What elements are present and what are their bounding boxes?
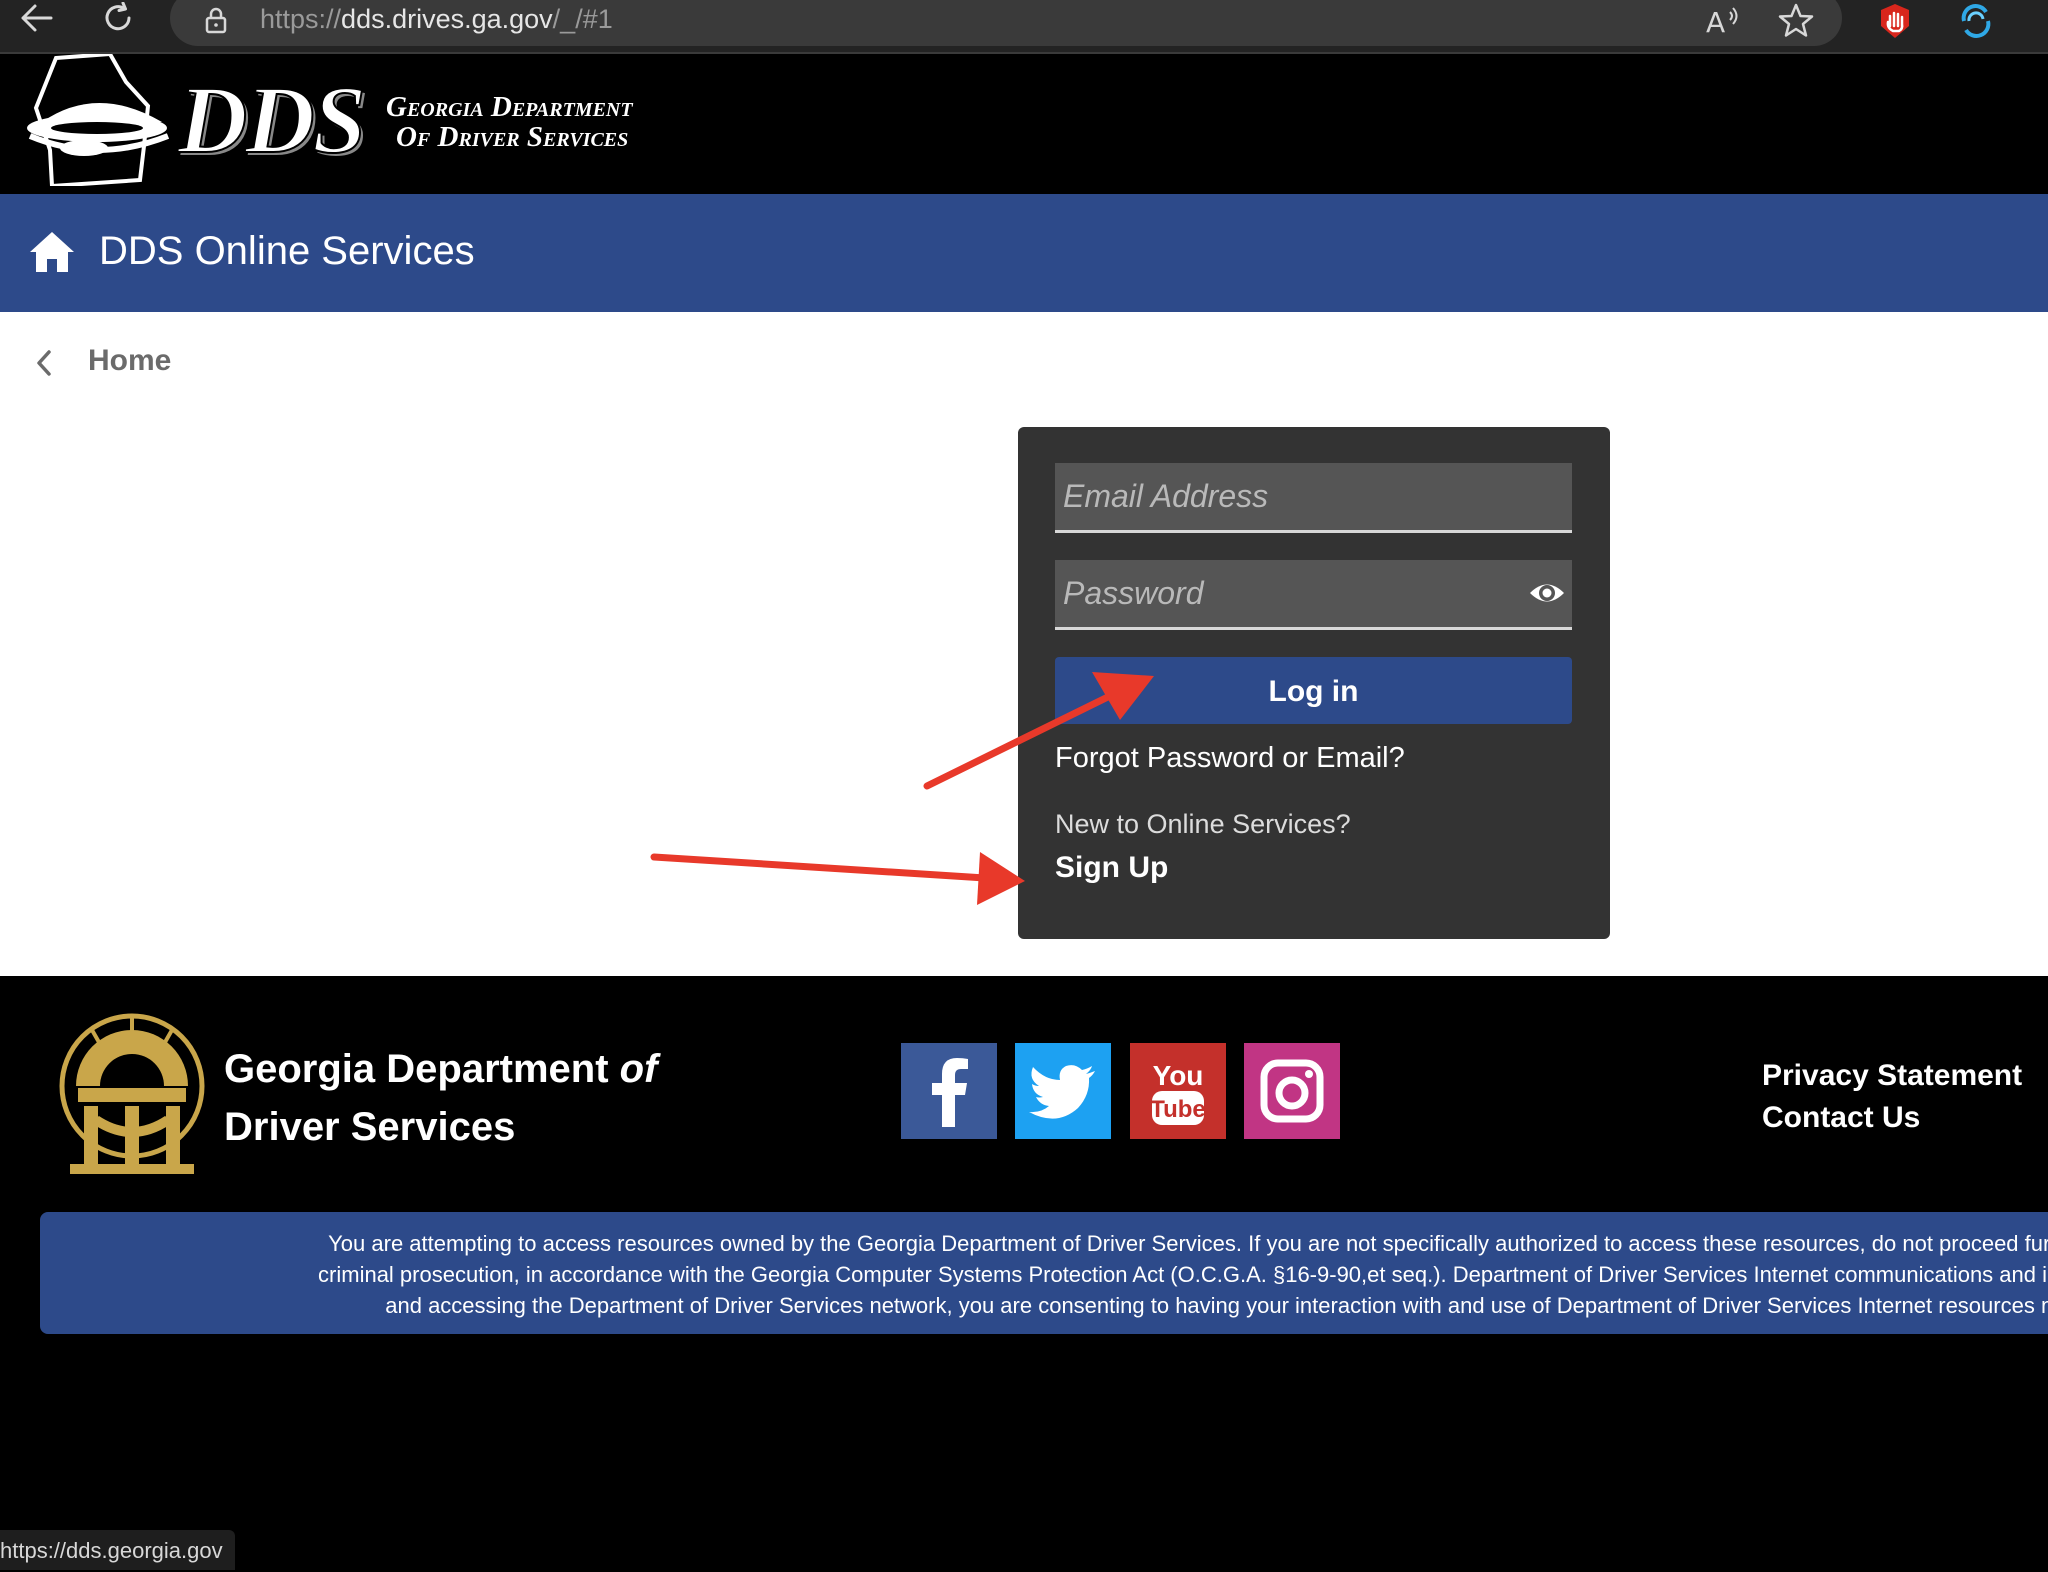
home-icon[interactable]: [28, 230, 76, 274]
dds-logo-text: DDS: [177, 65, 367, 174]
org-name: Georgia Department Of Driver Services: [386, 92, 633, 152]
security-warning-banner: You are attempting to access resources o…: [40, 1212, 2048, 1334]
password-field: [1055, 560, 1572, 630]
georgia-car-logo-icon[interactable]: [22, 54, 172, 186]
back-arrow-icon[interactable]: [14, 2, 58, 42]
svg-text:You: You: [1153, 1060, 1204, 1091]
url-host: dds.drives.ga.gov: [341, 4, 553, 34]
email-field: [1055, 463, 1572, 533]
forgot-password-link[interactable]: Forgot Password or Email?: [1055, 742, 1405, 775]
footer-name-part1: Georgia Department: [224, 1047, 620, 1091]
footer-name-line2: Driver Services: [224, 1105, 516, 1149]
youtube-icon[interactable]: You Tube: [1130, 1043, 1226, 1139]
site-header: DDS Georgia Department Of Driver Service…: [0, 54, 2048, 194]
main-content: Home Log in Forgot Password or Email? Ne…: [0, 312, 2048, 976]
svg-text:Tube: Tube: [1150, 1096, 1206, 1123]
chevron-left-icon: [37, 350, 51, 376]
privacy-statement-link[interactable]: Privacy Statement: [1762, 1055, 2022, 1097]
warning-line-3: and accessing the Department of Driver S…: [385, 1293, 2048, 1318]
warning-line-1: You are attempting to access resources o…: [328, 1231, 2048, 1256]
org-name-line2: Of Driver Services: [396, 121, 629, 153]
login-button[interactable]: Log in: [1055, 657, 1572, 724]
eye-icon[interactable]: [1528, 578, 1566, 608]
extension-icon[interactable]: [1875, 2, 1915, 40]
contact-us-link[interactable]: Contact Us: [1762, 1097, 2022, 1139]
footer-org-name: Georgia Department of Driver Services: [224, 1040, 657, 1156]
warning-line-2: criminal prosecution, in accordance with…: [318, 1262, 2048, 1287]
url-scheme: https://: [260, 4, 342, 34]
footer-links: Privacy Statement Contact Us: [1762, 1055, 2022, 1139]
facebook-icon[interactable]: [901, 1043, 997, 1139]
status-url-tooltip: https://dds.georgia.gov: [0, 1530, 235, 1570]
lock-icon[interactable]: [205, 6, 227, 34]
favorite-star-icon[interactable]: [1776, 2, 1816, 40]
url-path: /_/#1: [552, 4, 613, 34]
read-aloud-icon[interactable]: A: [1702, 2, 1742, 40]
reload-icon[interactable]: [96, 1, 140, 42]
org-name-line1: Georgia Department: [386, 91, 633, 123]
url-text[interactable]: https://dds.drives.ga.gov/_/#1: [260, 4, 613, 35]
twitter-icon[interactable]: [1015, 1043, 1111, 1139]
footer-name-of: of: [619, 1047, 658, 1091]
page-title: DDS Online Services: [99, 229, 475, 273]
extension-icon[interactable]: [1956, 2, 1996, 40]
breadcrumb-home[interactable]: Home: [88, 344, 171, 378]
password-input[interactable]: [1055, 560, 1572, 627]
page-nav-bar: DDS Online Services: [0, 194, 2048, 312]
instagram-icon[interactable]: [1244, 1043, 1340, 1139]
new-user-prompt: New to Online Services?: [1055, 809, 1351, 839]
signup-link[interactable]: Sign Up: [1055, 851, 1168, 885]
email-input[interactable]: [1055, 463, 1572, 530]
georgia-seal-icon: [59, 1013, 205, 1174]
svg-text:A: A: [1706, 6, 1725, 39]
login-card: Log in Forgot Password or Email? New to …: [1018, 427, 1610, 939]
browser-toolbar: https://dds.drives.ga.gov/_/#1 A: [0, 0, 2048, 54]
